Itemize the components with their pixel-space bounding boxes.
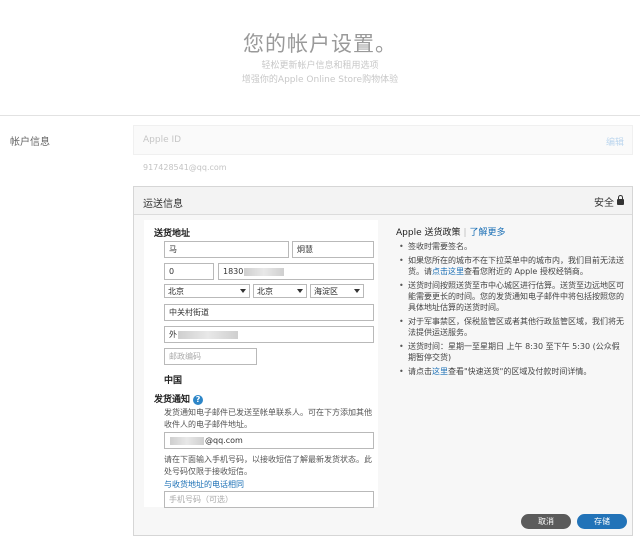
save-button[interactable]: 存储 — [577, 514, 627, 529]
secure-indicator: 安全 — [594, 194, 624, 209]
page-subtitle-1: 轻松更新帐户信息和租用选项 — [261, 61, 379, 71]
district-value: 海淀区 — [314, 287, 338, 296]
same-as-address-link[interactable]: 与收货地址的电话相同 — [164, 479, 244, 491]
last-name-field[interactable]: 马 — [164, 241, 289, 258]
shipping-card: 运送信息 安全 送货地址 马 炯慧 0 1830 北京 北京 海淀区 中关村街道… — [133, 186, 633, 536]
cancel-button[interactable]: 取消 — [521, 514, 571, 529]
chevron-down-icon — [354, 289, 360, 293]
redacted-blur — [244, 267, 285, 276]
city-select[interactable]: 北京 — [253, 284, 307, 298]
phone-field[interactable]: 1830 — [218, 263, 374, 280]
notify-description: 发货通知电子邮件已发送至帐单联系人。可在下方添加其他收件人的电子邮件地址。 — [164, 408, 372, 429]
mobile-field[interactable]: 手机号码（可选） — [164, 491, 374, 508]
redacted-blur — [178, 330, 238, 339]
list-item: 请点击这里查看"快速送货"的区域及付款时间详情。 — [396, 366, 624, 377]
policy-list: 签收时需要签名。 如果您所在的城市不在下拉菜单中的城市内，我们目前无法送货。请点… — [396, 241, 624, 380]
policy-text: 送货时间按照送货至市中心城区进行估算。送货至边远地区可能需要更长的时间。您的发货… — [408, 281, 624, 312]
list-item: 对于军事禁区，保税监管区或者其他行政监管区域，我们将无法提供运送服务。 — [396, 316, 624, 338]
chevron-down-icon — [297, 289, 303, 293]
policy-text: 对于军事禁区，保税监管区或者其他行政监管区域，我们将无法提供运送服务。 — [408, 317, 624, 337]
address-heading: 送货地址 — [154, 229, 191, 239]
redacted-blur — [170, 436, 204, 445]
shipping-form: 送货地址 马 炯慧 0 1830 北京 北京 海淀区 中关村街道 外 邮政编码 … — [144, 220, 378, 508]
notify-email-suffix: @qq.com — [205, 436, 243, 445]
page-title: 您的帐户设置。 — [243, 32, 397, 56]
apple-id-box: Apple ID 编辑 — [133, 125, 633, 155]
learn-more-link[interactable]: 了解更多 — [470, 228, 506, 238]
account-section-label: 帐户信息 — [10, 137, 50, 148]
apple-id-label: Apple ID — [143, 135, 182, 145]
first-name-field[interactable]: 炯慧 — [292, 241, 374, 258]
sms-description: 请在下面输入手机号码，以接收短信了解最新发货状态。此处号码仅限于接收短信。 — [164, 455, 372, 476]
account-email: 917428541@qq.com — [143, 163, 227, 172]
policy-text: 签收时需要签名。 — [408, 242, 472, 251]
postal-code-field[interactable]: 邮政编码 — [164, 348, 257, 365]
shipping-card-title: 运送信息 — [143, 199, 183, 210]
shipping-card-header: 运送信息 安全 — [134, 187, 632, 215]
list-item: 如果您所在的城市不在下拉菜单中的城市内，我们目前无法送货。请点击这里查看您附近的… — [396, 255, 624, 277]
page-subtitle-2: 增强你的Apple Online Store购物体验 — [241, 75, 399, 85]
policy-text: 查看您附近的 Apple 授权经销商。 — [464, 267, 588, 276]
address2-prefix: 外 — [169, 330, 177, 339]
phone-prefix: 1830 — [223, 267, 244, 276]
street-field[interactable]: 中关村街道 — [164, 304, 374, 321]
city-value: 北京 — [257, 287, 273, 296]
address-line2-field[interactable]: 外 — [164, 326, 374, 343]
secure-label: 安全 — [594, 198, 614, 209]
edit-link[interactable]: 编辑 — [606, 135, 624, 148]
question-icon[interactable]: ? — [193, 394, 204, 405]
notify-email-field[interactable]: @qq.com — [164, 432, 374, 449]
policy-text: 请点击 — [408, 367, 432, 376]
country-label: 中国 — [164, 376, 183, 386]
province-value: 北京 — [168, 287, 184, 296]
list-item: 送货时间：星期一至星期日 上午 8:30 至下午 5:30 (公众假期暂停交货) — [396, 341, 624, 363]
list-item: 送货时间按照送货至市中心城区进行估算。送货至边远地区可能需要更长的时间。您的发货… — [396, 280, 624, 313]
notify-heading: 发货通知? — [154, 392, 204, 405]
policy-heading: Apple 送货政策 | 了解更多 — [396, 225, 506, 238]
page-header: 您的帐户设置。 轻松更新帐户信息和租用选项 增强你的Apple Online S… — [0, 0, 640, 116]
policy-title: Apple 送货政策 — [396, 228, 461, 238]
chevron-down-icon — [240, 289, 246, 293]
district-select[interactable]: 海淀区 — [310, 284, 364, 298]
here-link[interactable]: 这里 — [432, 367, 448, 376]
policy-separator: | — [463, 228, 467, 238]
click-here-link[interactable]: 点击这里 — [432, 267, 464, 276]
notify-heading-text: 发货通知 — [154, 395, 191, 405]
area-code-field[interactable]: 0 — [164, 263, 214, 280]
policy-text: 查看"快速送货"的区域及付款时间详情。 — [448, 367, 592, 376]
province-select[interactable]: 北京 — [164, 284, 250, 298]
policy-text: 送货时间：星期一至星期日 上午 8:30 至下午 5:30 (公众假期暂停交货) — [408, 342, 620, 362]
lock-icon — [617, 195, 624, 205]
list-item: 签收时需要签名。 — [396, 241, 624, 252]
